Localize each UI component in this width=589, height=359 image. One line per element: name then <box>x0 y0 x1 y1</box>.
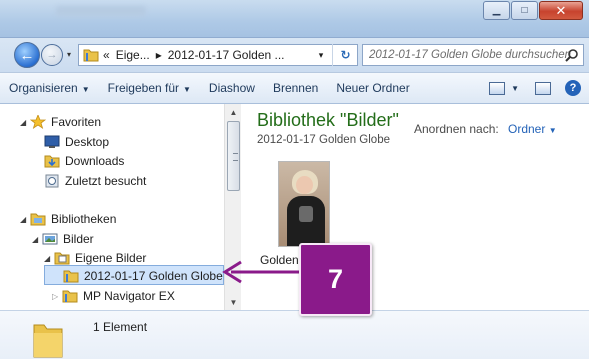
pictures-library-icon <box>42 233 58 245</box>
address-dropdown-button[interactable]: ▾ <box>312 44 330 66</box>
breadcrumb-overflow[interactable]: « <box>103 48 110 62</box>
window-controls: ▁ □ ✕ <box>482 1 583 20</box>
details-pane: 1 Element <box>0 310 589 359</box>
chevron-down-icon: ▼ <box>81 85 90 94</box>
search-placeholder: 2012-01-17 Golden Globe durchsuchen <box>369 49 572 61</box>
share-label: Freigeben für <box>107 81 179 95</box>
scroll-down-icon[interactable]: ▼ <box>225 294 242 310</box>
folder-icon <box>83 49 99 62</box>
tree-label-golden-globe: 2012-01-17 Golden Globe <box>84 269 223 283</box>
scroll-up-icon[interactable]: ▲ <box>225 104 242 120</box>
tree-item-my-pictures[interactable]: ◢ Eigene Bilder <box>44 248 146 268</box>
callout-arrow-icon <box>222 260 301 284</box>
help-icon[interactable]: ? <box>565 80 581 96</box>
title-bar: ▁ □ ✕ <box>0 0 589 38</box>
address-row: ← → ▾ « Eige... ▸ 2012-01-17 Golden ... … <box>0 38 589 72</box>
tree-item-downloads[interactable]: Downloads <box>44 151 124 171</box>
refresh-button[interactable]: ↻ <box>332 44 358 66</box>
arrange-by-dropdown[interactable]: Ordner ▼ <box>508 122 557 136</box>
tree-item-golden-globe[interactable]: 2012-01-17 Golden Globe <box>63 266 223 286</box>
forward-arrow-icon: → <box>46 49 58 61</box>
photo-thumbnail[interactable] <box>278 161 330 247</box>
organize-label: Organisieren <box>9 81 78 95</box>
tree-label-downloads: Downloads <box>65 154 125 168</box>
view-controls: ▼ ? <box>479 80 581 96</box>
breadcrumb-eigene[interactable]: Eige... <box>116 48 150 62</box>
scroll-thumb[interactable] <box>227 121 240 191</box>
tree-label-desktop: Desktop <box>65 135 110 149</box>
expand-arrow-icon[interactable]: ▷ <box>52 292 62 301</box>
forward-button[interactable]: → <box>41 44 63 66</box>
close-button[interactable]: ✕ <box>539 1 583 20</box>
tree-label-mp-navigator: MP Navigator EX <box>83 289 175 303</box>
minimize-button[interactable]: ▁ <box>483 1 510 20</box>
change-view-icon[interactable] <box>489 81 506 95</box>
arrange-by-value: Ordner <box>508 122 546 136</box>
item-count: 1 Element <box>93 320 148 334</box>
downloads-folder-icon <box>44 155 60 168</box>
folder-icon <box>33 324 63 358</box>
back-arrow-icon: ← <box>19 46 35 64</box>
back-button[interactable]: ← <box>14 42 40 68</box>
library-subtitle: 2012-01-17 Golden Globe <box>257 134 390 146</box>
tree-label-favorites: Favoriten <box>51 115 102 129</box>
expand-arrow-icon[interactable]: ◢ <box>20 215 30 224</box>
arrange-by-label: Anordnen nach: <box>414 122 499 136</box>
tree-item-mp-navigator[interactable]: ▷ MP Navigator EX <box>52 286 175 306</box>
new-folder-button[interactable]: Neuer Ordner <box>327 81 418 95</box>
breadcrumb-current[interactable]: 2012-01-17 Golden ... <box>168 48 285 62</box>
libraries-icon <box>30 213 46 226</box>
tree-item-libraries[interactable]: ◢ Bibliotheken <box>20 209 116 229</box>
tree-item-pictures[interactable]: ◢ Bilder <box>32 229 94 249</box>
chevron-down-icon: ▼ <box>183 85 191 94</box>
tree-item-favorites[interactable]: ◢ Favoriten <box>20 112 101 132</box>
preview-pane-icon[interactable] <box>535 81 551 95</box>
tree-item-recent[interactable]: Zuletzt besucht <box>44 171 146 191</box>
burn-button[interactable]: Brennen <box>264 81 327 95</box>
command-bar: Organisieren ▼ Freigeben für ▼ Diashow Bre… <box>0 72 589 104</box>
slideshow-button[interactable]: Diashow <box>200 81 264 95</box>
breadcrumb-separator[interactable]: ▸ <box>156 48 162 62</box>
recent-pages-dropdown[interactable]: ▾ <box>67 50 71 59</box>
tree-label-recent: Zuletzt besucht <box>65 174 147 188</box>
grip-icon <box>233 153 238 161</box>
thumbnail-face <box>296 176 313 194</box>
organize-menu[interactable]: Organisieren ▼ <box>0 81 99 95</box>
desktop-icon <box>44 135 60 148</box>
folder-icon <box>62 290 78 303</box>
expand-arrow-icon[interactable]: ◢ <box>44 254 54 263</box>
chevron-down-icon: ▼ <box>548 126 557 135</box>
thumbnail-jewel <box>299 206 313 222</box>
tree-label-pictures: Bilder <box>63 232 94 246</box>
tree-item-desktop[interactable]: Desktop <box>44 132 109 152</box>
expand-arrow-icon[interactable]: ◢ <box>20 118 30 127</box>
my-pictures-folder-icon <box>54 252 70 265</box>
window-title <box>56 6 146 16</box>
step-callout: 7 <box>299 243 372 316</box>
expand-arrow-icon[interactable]: ◢ <box>32 235 42 244</box>
maximize-button[interactable]: □ <box>511 1 538 20</box>
tree-label-my-pictures: Eigene Bilder <box>75 251 147 265</box>
star-icon <box>30 115 46 129</box>
tree-label-libraries: Bibliotheken <box>51 212 117 226</box>
folder-icon <box>63 270 79 283</box>
library-title: Bibliothek "Bilder" <box>257 110 399 130</box>
recent-places-icon <box>45 174 59 188</box>
view-options-dropdown[interactable]: ▼ <box>511 84 519 93</box>
share-menu[interactable]: Freigeben für ▼ <box>99 81 200 95</box>
search-icon[interactable] <box>565 48 579 62</box>
search-input[interactable]: 2012-01-17 Golden Globe durchsuchen <box>362 44 584 66</box>
